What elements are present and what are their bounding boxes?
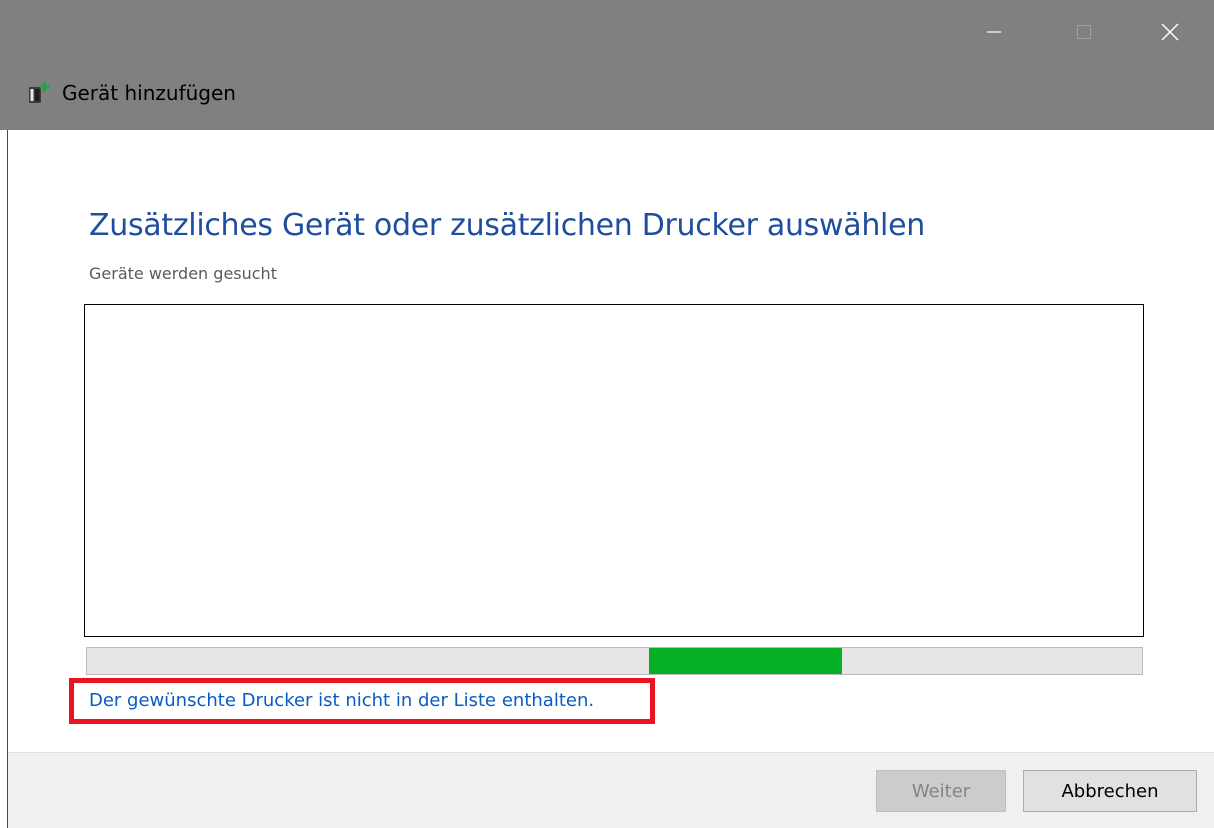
close-icon xyxy=(1161,23,1179,41)
search-status-text: Geräte werden gesucht xyxy=(89,264,277,283)
add-device-icon xyxy=(29,82,50,103)
minimize-icon xyxy=(987,31,1001,33)
page-heading: Zusätzliches Gerät oder zusätzlichen Dru… xyxy=(89,208,925,243)
maximize-button[interactable] xyxy=(1064,14,1104,50)
add-device-window: Gerät hinzufügen Zusätzliches Gerät oder… xyxy=(0,0,1214,828)
device-list[interactable] xyxy=(84,304,1144,637)
title-bar[interactable]: Gerät hinzufügen xyxy=(0,0,1214,130)
printer-not-listed-link[interactable]: Der gewünschte Drucker ist nicht in der … xyxy=(89,690,594,711)
next-button[interactable]: Weiter xyxy=(876,770,1006,812)
close-button[interactable] xyxy=(1150,14,1190,50)
window-title: Gerät hinzufügen xyxy=(62,81,236,105)
progress-indicator xyxy=(649,648,843,674)
search-progress-bar xyxy=(86,647,1143,675)
maximize-icon xyxy=(1077,25,1091,39)
window-border-line xyxy=(7,130,8,828)
cancel-button[interactable]: Abbrechen xyxy=(1023,770,1197,812)
minimize-button[interactable] xyxy=(974,14,1014,50)
